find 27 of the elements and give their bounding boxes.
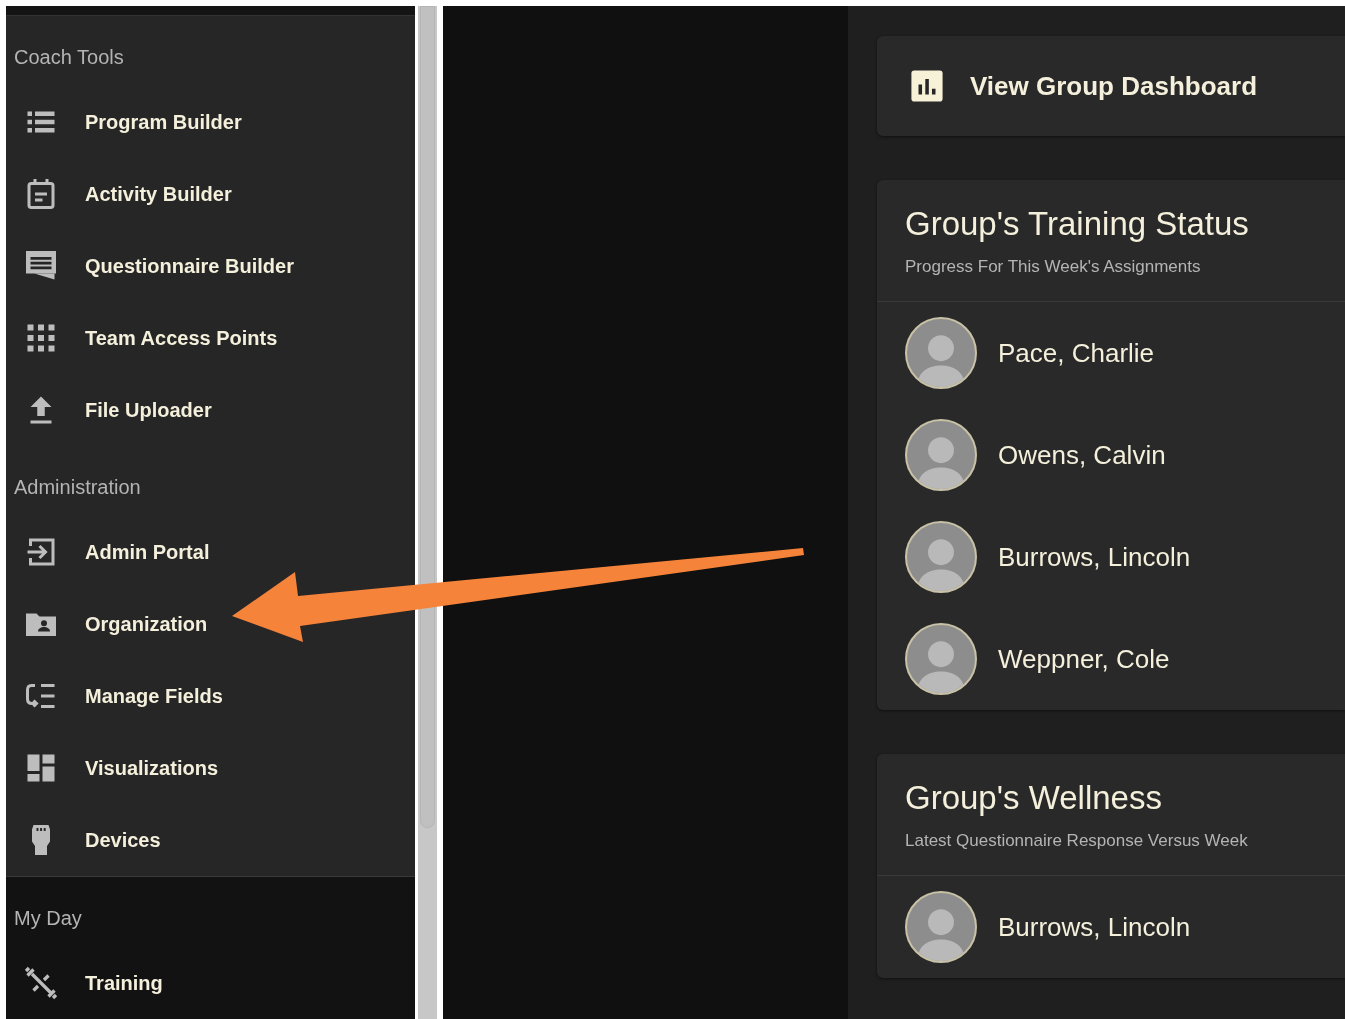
sidebar-item[interactable]: Organization <box>6 588 415 660</box>
bar-chart-icon <box>910 69 944 103</box>
card-subtitle: Latest Questionnaire Response Versus Week <box>905 829 1249 852</box>
section-heading: My Day <box>13 906 83 931</box>
athlete-name[interactable]: Weppner, Cole <box>998 639 1170 679</box>
sidebar-item[interactable]: Admin Portal <box>6 516 415 588</box>
sidebar-item[interactable]: Manage Fields <box>6 660 415 732</box>
card-title: Group's Wellness <box>905 778 1163 818</box>
sidebar-item[interactable]: Training <box>6 947 415 1019</box>
sidebar-item[interactable]: File Uploader <box>6 374 415 446</box>
sidebar-item[interactable]: Activity Builder <box>6 158 415 230</box>
sidebar-item[interactable]: Program Builder <box>6 86 415 158</box>
dashboard-link[interactable]: View Group Dashboard <box>877 36 1345 136</box>
sidebar-item[interactable]: Questionnaire Builder <box>6 230 415 302</box>
dumbbell-icon <box>23 965 59 1001</box>
scrollbar-thumb[interactable] <box>420 6 435 828</box>
athlete-name[interactable]: Owens, Calvin <box>998 435 1166 475</box>
athlete-name[interactable]: Burrows, Lincoln <box>998 537 1191 577</box>
sidebar-item[interactable]: Devices <box>6 804 415 876</box>
sidebar-item[interactable]: Visualizations <box>6 732 415 804</box>
card-title: Group's Training Status <box>905 204 1250 244</box>
athlete-name[interactable]: Burrows, Lincoln <box>998 907 1191 947</box>
section-heading: Administration <box>13 475 142 500</box>
sidebar-item[interactable]: Team Access Points <box>6 302 415 374</box>
card-subtitle: Progress For This Week's Assignments <box>905 255 1202 278</box>
section-heading: Coach Tools <box>13 45 125 70</box>
athlete-name[interactable]: Pace, Charlie <box>998 333 1155 373</box>
